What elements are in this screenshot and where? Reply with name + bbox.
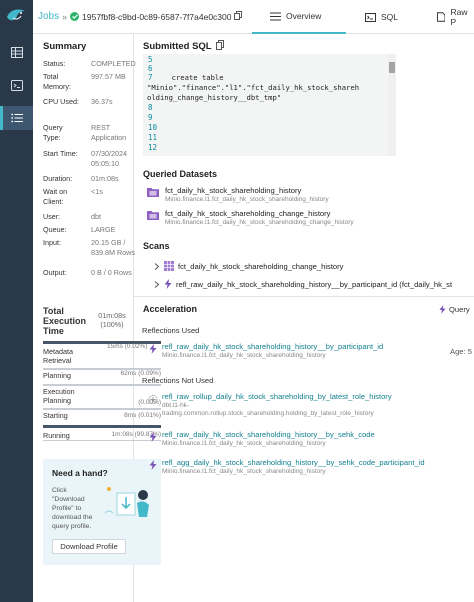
sql-line: olding_change_history__dbt_tmp": [147, 93, 282, 102]
reflection-name[interactable]: refl_raw_rollup_daily_hk_stock_sharehold…: [162, 392, 392, 402]
chevron-right-icon[interactable]: [154, 280, 160, 288]
overview-panel: Submitted SQL 5 6 7 create table "Minio"…: [134, 34, 474, 602]
reflection-not-used-item[interactable]: refl_agg_daily_hk_stock_shareholding_his…: [148, 458, 425, 476]
aggregation-reflection-icon: [148, 394, 158, 405]
reflection-used-item[interactable]: refl_raw_daily_hk_stock_shareholding_his…: [148, 342, 383, 360]
scan-name: fct_daily_hk_stock_shareholding_change_h…: [178, 261, 344, 271]
status-success-icon: [70, 12, 80, 21]
copy-icon[interactable]: [234, 11, 243, 22]
dremio-logo-icon[interactable]: [4, 5, 28, 27]
reflections-used-title: Reflections Used: [142, 326, 200, 335]
reflection-path: dbt.l1-hk-: [162, 402, 190, 409]
breadcrumb-jobs-link[interactable]: Jobs: [38, 11, 59, 22]
dataset-path: Minio.finance.l1.fct_daily_hk_stock_shar…: [165, 219, 354, 226]
sql-scrollbar[interactable]: [388, 54, 396, 156]
reflection-path: Minio.finance.l1.fct_daily_hk_stock_shar…: [162, 468, 326, 475]
tab-raw-profile[interactable]: Raw P: [437, 0, 474, 34]
dataset-item[interactable]: fct_daily_hk_stock_shareholding_change_h…: [147, 209, 354, 227]
dataset-path: Minio.finance.l1.fct_daily_hk_stock_shar…: [165, 196, 329, 203]
scrollbar-thumb[interactable]: [389, 62, 395, 73]
scans-title: Scans: [143, 241, 170, 251]
reflection-icon: [149, 344, 157, 354]
table-icon: [164, 261, 174, 271]
reflection-icon: [149, 460, 157, 470]
download-profile-button[interactable]: Download Profile: [52, 539, 126, 554]
scan-name: refl_raw_daily_hk_stock_shareholding_his…: [176, 279, 453, 289]
dataset-name[interactable]: fct_daily_hk_stock_shareholding_history: [165, 186, 329, 195]
query-accelerated-badge: Query: [439, 305, 470, 314]
execution-total: 01m:08s (100%): [98, 311, 126, 329]
sql-runner-icon[interactable]: [0, 73, 33, 97]
reflection-not-used-item[interactable]: refl_raw_daily_hk_stock_shareholding_his…: [148, 430, 375, 448]
acceleration-title: Acceleration: [143, 304, 198, 314]
breadcrumb: Jobs » 1957fbf8-c9bd-0c89-6587-7f7a4e0c3…: [38, 11, 243, 22]
reflections-not-used-title: Reflections Not Used: [142, 376, 214, 385]
help-text: Click "Download Profile" to download the…: [52, 487, 93, 530]
summary-title: Summary: [43, 41, 87, 52]
sql-line: create table: [163, 73, 224, 82]
dataset-folder-icon: [147, 211, 159, 220]
reflection-icon: [149, 432, 157, 442]
help-title: Need a hand?: [52, 468, 108, 478]
submitted-sql-header: Submitted SQL: [143, 40, 224, 52]
reflection-age: Age: 5: [450, 347, 472, 356]
tab-overview[interactable]: Overview: [252, 0, 346, 34]
sql-code-viewer[interactable]: 5 6 7 create table "Minio"."finance"."l1…: [143, 54, 396, 156]
queried-datasets-title: Queried Datasets: [143, 169, 218, 179]
lightning-icon: [439, 305, 446, 314]
divider: [134, 296, 474, 297]
dataset-folder-icon: [147, 188, 159, 197]
tab-label: Overview: [286, 11, 322, 21]
datasets-icon[interactable]: [0, 40, 33, 64]
scan-item[interactable]: fct_daily_hk_stock_shareholding_change_h…: [154, 261, 343, 271]
tab-label: SQL: [381, 12, 399, 22]
raw-profile-icon: [437, 12, 446, 22]
job-header: Jobs » 1957fbf8-c9bd-0c89-6587-7f7a4e0c3…: [33, 0, 474, 34]
breadcrumb-separator: »: [62, 11, 68, 22]
copy-icon[interactable]: [215, 40, 224, 52]
reflection-icon: [164, 279, 172, 289]
left-nav-rail: [0, 0, 33, 602]
reflection-name[interactable]: refl_agg_daily_hk_stock_shareholding_his…: [162, 458, 425, 468]
tab-sql[interactable]: SQL: [365, 0, 398, 34]
job-id: 1957fbf8-c9bd-0c89-6587-7f7a4e0c300: [82, 11, 232, 22]
sql-icon: [365, 12, 376, 22]
jobs-icon[interactable]: [0, 106, 33, 130]
overview-icon: [270, 12, 281, 20]
dataset-name[interactable]: fct_daily_hk_stock_shareholding_change_h…: [165, 209, 354, 218]
reflection-path: trading.common.rollup.stock_shareholding…: [162, 410, 374, 417]
reflection-name[interactable]: refl_raw_daily_hk_stock_shareholding_his…: [162, 430, 375, 440]
chevron-right-icon[interactable]: [154, 262, 160, 270]
dataset-item[interactable]: fct_daily_hk_stock_shareholding_history …: [147, 186, 329, 204]
sql-line: "Minio"."finance"."l1"."fct_daily_hk_sto…: [147, 83, 360, 92]
summary-panel: Summary Status: COMPLETED Total Memory: 99…: [33, 34, 161, 602]
reflection-not-used-item[interactable]: refl_raw_rollup_daily_hk_stock_sharehold…: [148, 392, 392, 418]
submitted-sql-title: Submitted SQL: [143, 40, 212, 52]
reflection-path: Minio.finance.l1.fct_daily_hk_stock_shar…: [162, 352, 326, 359]
scan-item[interactable]: refl_raw_daily_hk_stock_shareholding_his…: [154, 279, 452, 289]
execution-time-title: Total Execution Time: [43, 306, 87, 336]
tab-label: Raw P: [450, 7, 468, 27]
reflection-name[interactable]: refl_raw_daily_hk_stock_shareholding_his…: [162, 342, 383, 352]
reflection-path: Minio.finance.l1.fct_daily_hk_stock_shar…: [162, 440, 326, 447]
